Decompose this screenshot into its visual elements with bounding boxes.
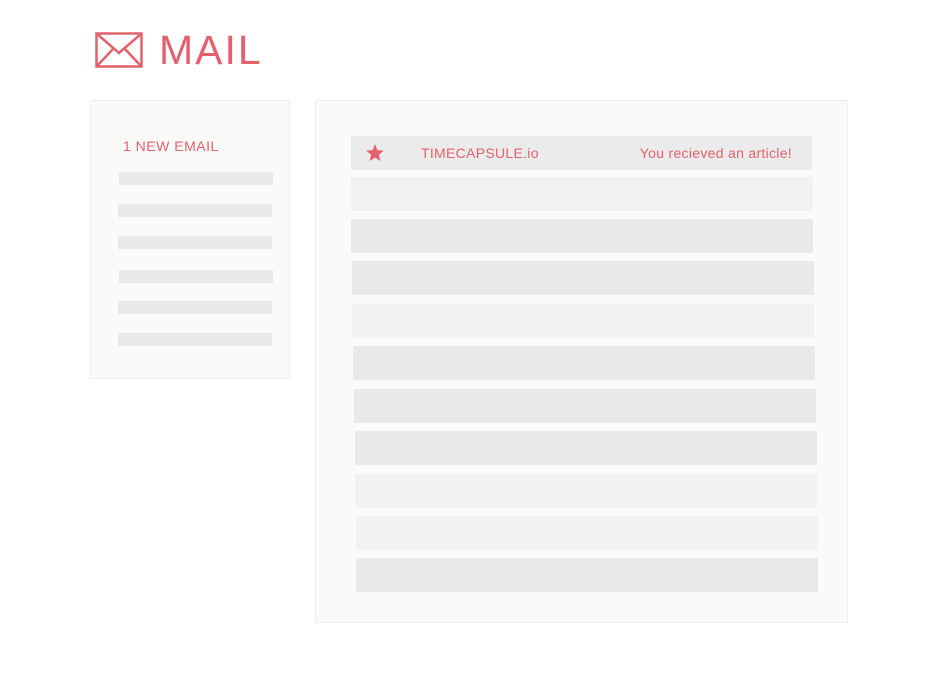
email-row[interactable] bbox=[351, 219, 813, 253]
star-icon[interactable] bbox=[364, 143, 386, 163]
sidebar-item[interactable] bbox=[118, 333, 272, 346]
app-logo: MAIL bbox=[95, 28, 263, 72]
sidebar-item[interactable] bbox=[118, 204, 272, 217]
email-list: TIMECAPSULE.io You recieved an article! bbox=[315, 100, 848, 623]
email-row[interactable] bbox=[353, 346, 815, 380]
email-row[interactable] bbox=[356, 558, 818, 592]
sidebar-item[interactable] bbox=[118, 301, 272, 314]
email-row[interactable] bbox=[355, 431, 817, 465]
sidebar-item[interactable] bbox=[119, 270, 273, 283]
email-row[interactable] bbox=[354, 389, 816, 423]
email-row[interactable] bbox=[352, 261, 814, 295]
sidebar-item[interactable] bbox=[119, 172, 273, 185]
email-sender: TIMECAPSULE.io bbox=[421, 145, 539, 161]
email-row-featured[interactable]: TIMECAPSULE.io You recieved an article! bbox=[351, 136, 812, 170]
envelope-icon bbox=[95, 32, 143, 68]
sidebar-item[interactable] bbox=[118, 236, 272, 249]
email-subject: You recieved an article! bbox=[639, 145, 792, 161]
mail-app: MAIL 1 NEW EMAIL TIMECAPSULE.io You reci… bbox=[0, 0, 950, 674]
email-row[interactable] bbox=[352, 304, 814, 338]
new-email-count[interactable]: 1 NEW EMAIL bbox=[123, 138, 219, 154]
email-row[interactable] bbox=[351, 177, 813, 211]
email-row[interactable] bbox=[355, 474, 817, 508]
app-title: MAIL bbox=[159, 26, 263, 73]
sidebar: 1 NEW EMAIL bbox=[90, 100, 290, 379]
email-row[interactable] bbox=[356, 516, 818, 550]
